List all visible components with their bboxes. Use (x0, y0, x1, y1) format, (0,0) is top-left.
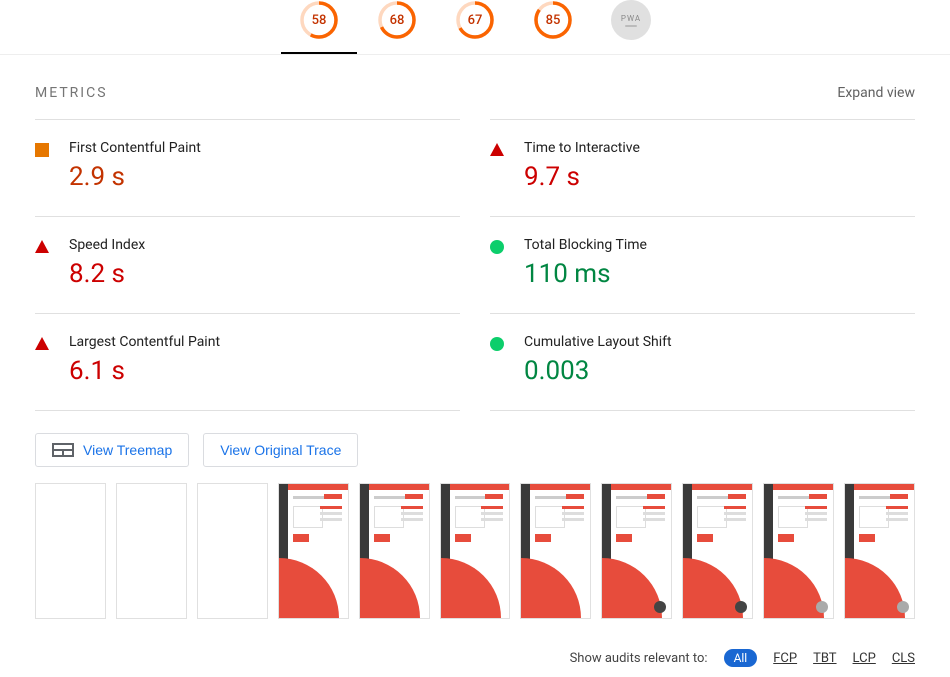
view-original-trace-label: View Original Trace (220, 442, 341, 458)
view-treemap-label: View Treemap (83, 442, 172, 458)
circle-icon (490, 337, 504, 351)
metric-value: 9.7 s (524, 162, 915, 192)
pwa-bar-icon (625, 25, 637, 27)
metric-value: 110 ms (524, 259, 915, 289)
score-gauge-3[interactable]: 85 (533, 0, 573, 40)
audit-filter-link-tbt[interactable]: TBT (813, 651, 836, 666)
score-gauge-1[interactable]: 68 (377, 0, 417, 40)
audit-filter-row: Show audits relevant to: All FCP TBT LCP CL… (0, 645, 950, 677)
triangle-icon (35, 240, 49, 253)
actions-row: View Treemap View Original Trace (0, 411, 950, 477)
filmstrip-frame[interactable] (197, 483, 268, 619)
score-gauges-row: 58 68 67 85 PWA (0, 0, 950, 55)
metric-label: Time to Interactive (524, 140, 915, 156)
audit-filter-links: FCP TBT LCP CLS (773, 651, 915, 666)
filmstrip-frame[interactable] (520, 483, 591, 619)
metric-row: Cumulative Layout Shift 0.003 (490, 313, 915, 411)
filmstrip-frame[interactable] (440, 483, 511, 619)
filmstrip (0, 477, 950, 645)
metrics-grid: First Contentful Paint 2.9 s Time to Inter… (0, 119, 950, 411)
filmstrip-frame[interactable] (278, 483, 349, 619)
filmstrip-frame[interactable] (116, 483, 187, 619)
audit-filter-link-fcp[interactable]: FCP (773, 651, 797, 666)
filmstrip-frame[interactable] (682, 483, 753, 619)
metric-label: Speed Index (69, 237, 460, 253)
audit-filter-link-lcp[interactable]: LCP (853, 651, 876, 666)
triangle-icon (35, 337, 49, 350)
metric-label: First Contentful Paint (69, 140, 460, 156)
metric-value: 8.2 s (69, 259, 460, 289)
circle-icon (490, 240, 504, 254)
triangle-icon (490, 143, 504, 156)
metric-row: First Contentful Paint 2.9 s (35, 119, 460, 216)
metric-row: Largest Contentful Paint 6.1 s (35, 313, 460, 411)
treemap-icon (52, 443, 74, 457)
filmstrip-frame[interactable] (359, 483, 430, 619)
score-gauge-value: 68 (377, 0, 417, 40)
metric-value: 2.9 s (69, 162, 460, 192)
metric-value: 6.1 s (69, 356, 460, 386)
metric-row: Total Blocking Time 110 ms (490, 216, 915, 313)
score-gauge-value: 58 (299, 0, 339, 40)
view-treemap-button[interactable]: View Treemap (35, 433, 189, 467)
score-gauge-0[interactable]: 58 (299, 0, 339, 40)
audit-filter-all-pill[interactable]: All (724, 649, 758, 667)
score-gauge-2[interactable]: 67 (455, 0, 495, 40)
audit-filter-label: Show audits relevant to: (570, 651, 708, 666)
metric-label: Largest Contentful Paint (69, 334, 460, 350)
metric-row: Time to Interactive 9.7 s (490, 119, 915, 216)
metrics-title: METRICS (35, 85, 108, 101)
filmstrip-frame[interactable] (601, 483, 672, 619)
score-gauge-value: 85 (533, 0, 573, 40)
expand-view-link[interactable]: Expand view (837, 85, 915, 101)
metrics-header: METRICS Expand view (0, 55, 950, 119)
audit-filter-link-cls[interactable]: CLS (892, 651, 915, 666)
metric-row: Speed Index 8.2 s (35, 216, 460, 313)
score-gauge-value: 67 (455, 0, 495, 40)
pwa-gauge[interactable]: PWA (611, 0, 651, 40)
pwa-label: PWA (621, 14, 641, 23)
view-original-trace-button[interactable]: View Original Trace (203, 433, 358, 467)
filmstrip-frame[interactable] (35, 483, 106, 619)
metric-label: Cumulative Layout Shift (524, 334, 915, 350)
filmstrip-frame[interactable] (763, 483, 834, 619)
square-icon (35, 143, 49, 157)
metric-value: 0.003 (524, 356, 915, 386)
metric-label: Total Blocking Time (524, 237, 915, 253)
filmstrip-frame[interactable] (844, 483, 915, 619)
